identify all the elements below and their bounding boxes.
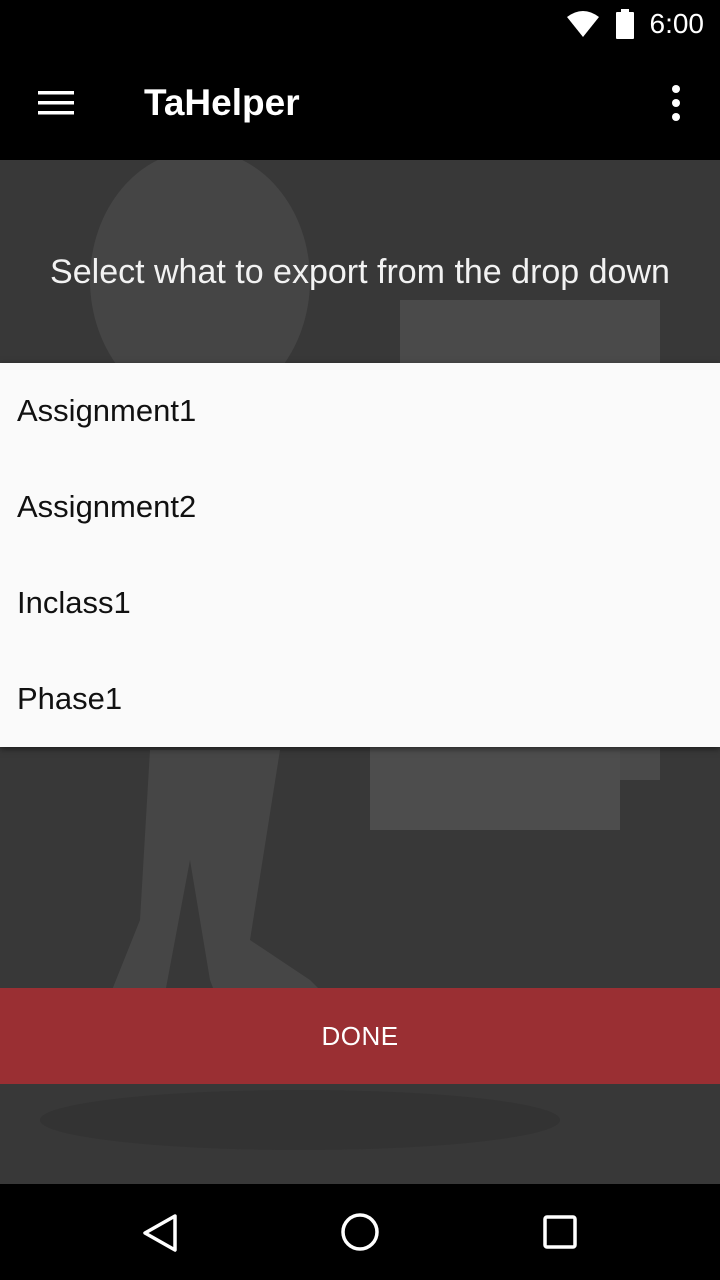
wifi-icon [567,11,599,37]
nav-bar [0,1184,720,1280]
app-title: TaHelper [144,82,300,123]
dropdown-item-assignment2[interactable]: Assignment2 [0,459,720,555]
recents-icon[interactable] [542,1214,578,1250]
main-content: Select what to export from the drop down… [0,160,720,1184]
overflow-menu-icon[interactable] [668,84,684,122]
dropdown-item-assignment1[interactable]: Assignment1 [0,363,720,459]
export-dropdown-list: Assignment1 Assignment2 Inclass1 Phase1 [0,363,720,747]
home-icon[interactable] [340,1212,380,1252]
status-bar: 6:00 [0,0,720,48]
back-icon[interactable] [140,1212,180,1254]
battery-icon [616,9,634,39]
dropdown-item-phase1[interactable]: Phase1 [0,651,720,747]
app-bar: TaHelper [0,48,720,160]
dropdown-item-inclass1[interactable]: Inclass1 [0,555,720,651]
status-time: 6:00 [649,8,705,39]
done-button[interactable]: DONE [0,988,720,1084]
menu-icon[interactable] [36,88,76,118]
instruction-text: Select what to export from the drop down [50,253,670,291]
